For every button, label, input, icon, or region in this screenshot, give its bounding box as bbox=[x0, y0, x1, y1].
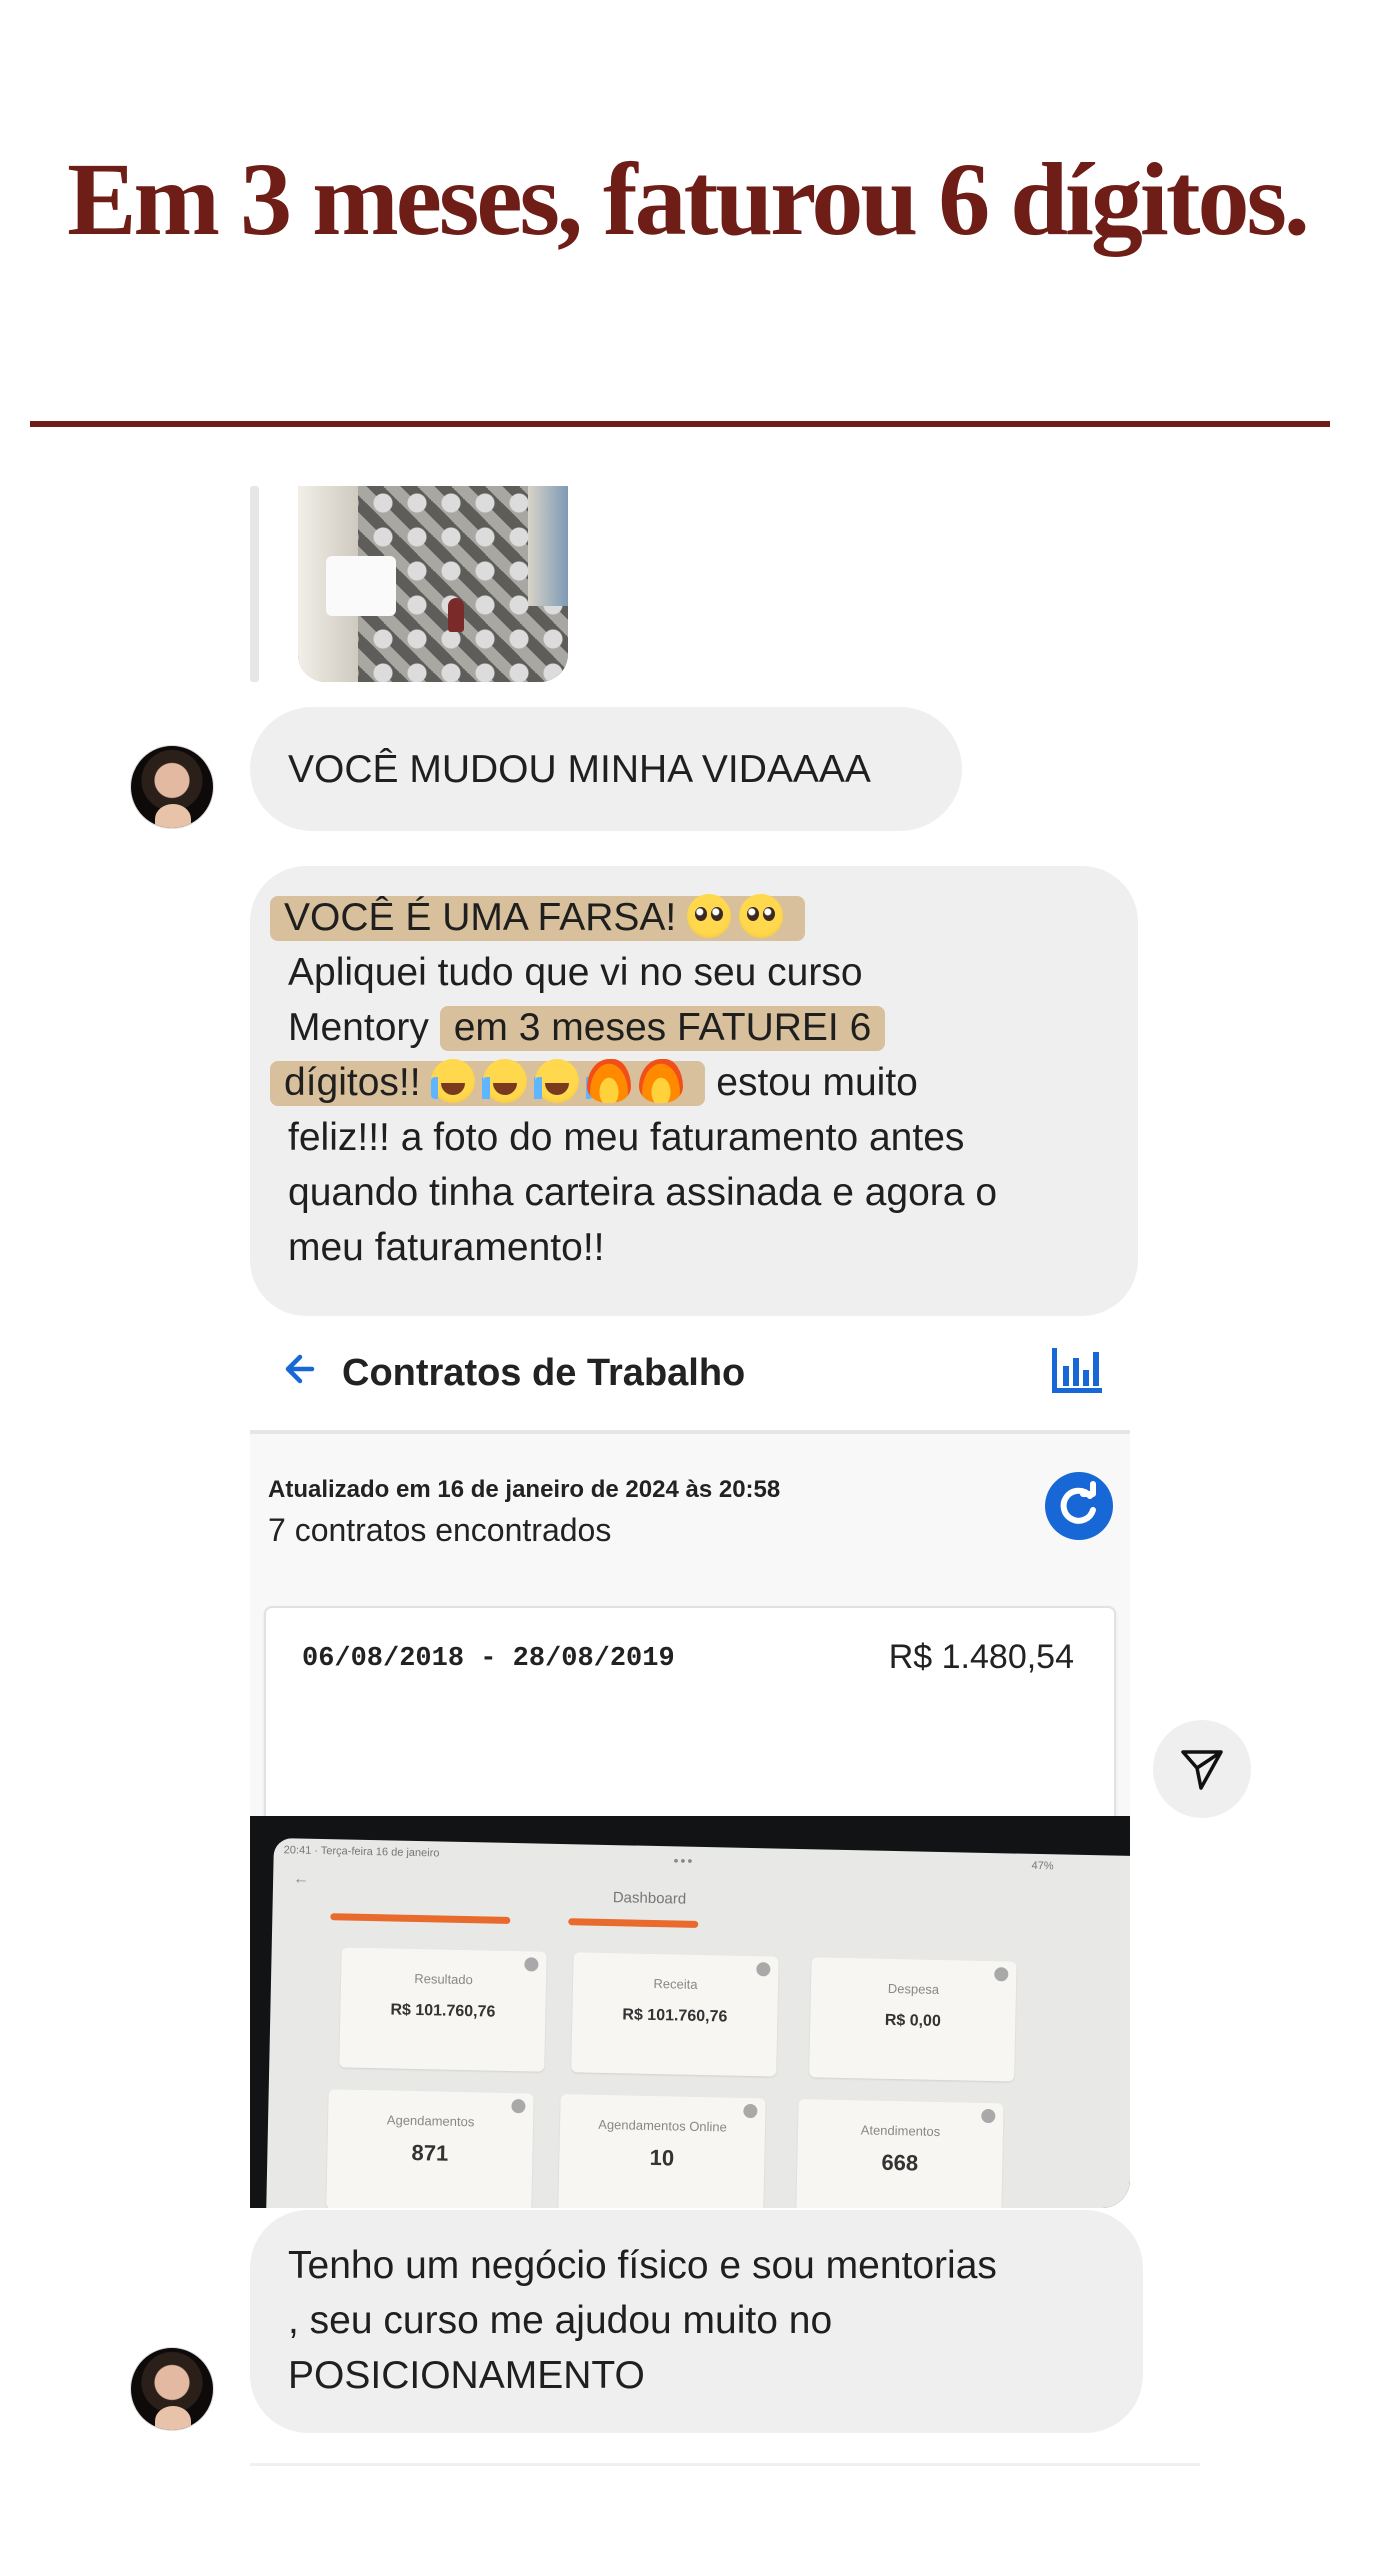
pleading-face-icon bbox=[687, 894, 732, 938]
info-icon bbox=[743, 2103, 758, 2119]
battery-status: 47% bbox=[1031, 1859, 1054, 1873]
info-icon bbox=[756, 1962, 771, 1977]
dashboard-screen: 20:41 · Terça-feira 16 de janeiro ••• 47… bbox=[265, 1838, 1130, 2208]
contracts-header: Contratos de Trabalho bbox=[250, 1316, 1130, 1434]
crying-face-icon bbox=[535, 1059, 594, 1103]
more-dots-icon: ••• bbox=[673, 1852, 695, 1869]
crying-face-icon bbox=[431, 1059, 490, 1103]
message-line: POSICIONAMENTO bbox=[288, 2354, 645, 2397]
info-icon bbox=[981, 2108, 996, 2124]
page-title: Em 3 meses, faturou 6 dígitos. bbox=[67, 142, 1310, 257]
avatar[interactable] bbox=[130, 2347, 214, 2431]
dashboard-photo[interactable]: 20:41 · Terça-feira 16 de janeiro ••• 47… bbox=[250, 1816, 1130, 2208]
dashboard-card: Atendimentos 668 bbox=[796, 2099, 1004, 2208]
dashboard-title: Dashboard bbox=[612, 1889, 687, 1908]
contract-amount: R$ 1.480,54 bbox=[888, 1638, 1074, 1676]
reply-thread-line bbox=[250, 486, 259, 682]
dashboard-card: Despesa R$ 0,00 bbox=[809, 1957, 1017, 2082]
message-text: VOCÊ MUDOU MINHA VIDAAAA bbox=[288, 748, 871, 791]
status-bar-time: 20:41 · Terça-feira 16 de janeiro bbox=[283, 1844, 440, 1860]
shared-photo[interactable] bbox=[298, 486, 568, 682]
contracts-screenshot[interactable]: Contratos de Trabalho Atualizado em 16 d… bbox=[250, 1316, 1130, 1816]
refresh-icon bbox=[1060, 1481, 1096, 1524]
avatar[interactable] bbox=[130, 745, 214, 829]
send-button[interactable] bbox=[1153, 1720, 1251, 1818]
dashboard-card: Agendamentos Online 10 bbox=[558, 2094, 766, 2208]
message-text: Mentory bbox=[288, 1006, 429, 1049]
dashboard-tab bbox=[330, 1913, 511, 1924]
dashboard-tab bbox=[568, 1918, 699, 1928]
message-line: Apliquei tudo que vi no seu curso bbox=[288, 951, 863, 994]
contracts-title: Contratos de Trabalho bbox=[342, 1352, 746, 1394]
fire-icon bbox=[587, 1059, 632, 1103]
dashboard-card: Resultado R$ 101.760,76 bbox=[339, 1947, 547, 2072]
dashboard-card: Agendamentos 871 bbox=[326, 2089, 534, 2208]
contracts-count: 7 contratos encontrados bbox=[268, 1512, 612, 1548]
message-text: estou muito bbox=[716, 1061, 918, 1104]
contract-card[interactable]: 06/08/2018 - 28/08/2019 R$ 1.480,54 bbox=[264, 1606, 1116, 1816]
message-line: , seu curso me ajudou muito no bbox=[288, 2299, 833, 2342]
crying-face-icon bbox=[483, 1059, 542, 1103]
bar-chart-icon bbox=[1052, 1348, 1102, 1393]
message-line: Tenho um negócio físico e sou mentorias bbox=[288, 2244, 997, 2287]
fire-icon bbox=[639, 1059, 684, 1103]
highlighted-text: dígitos!! bbox=[270, 1059, 706, 1106]
refresh-button[interactable] bbox=[1045, 1472, 1113, 1540]
send-icon bbox=[1181, 1750, 1223, 1790]
message-line: meu faturamento!! bbox=[288, 1226, 605, 1269]
message-bubble[interactable]: Tenho um negócio físico e sou mentorias … bbox=[250, 2210, 1143, 2433]
message-bubble[interactable]: VOCÊ MUDOU MINHA VIDAAAA bbox=[250, 707, 962, 831]
info-icon bbox=[511, 2099, 526, 2114]
info-icon bbox=[524, 1957, 539, 1972]
highlighted-text: VOCÊ É UMA FARSA! bbox=[270, 894, 806, 941]
highlighted-text: em 3 meses FATUREI 6 bbox=[439, 1006, 886, 1051]
back-arrow-icon bbox=[285, 1354, 315, 1384]
title-divider bbox=[30, 421, 1330, 427]
dashboard-card: Receita R$ 101.760,76 bbox=[571, 1952, 779, 2077]
message-line: quando tinha carteira assinada e agora o bbox=[288, 1171, 998, 1214]
back-arrow-icon: ← bbox=[292, 1870, 310, 1888]
updated-timestamp: Atualizado em 16 de janeiro de 2024 às 2… bbox=[268, 1476, 781, 1503]
info-icon bbox=[994, 1967, 1009, 1982]
message-bubble[interactable]: VOCÊ É UMA FARSA! Apliquei tudo que vi n… bbox=[250, 866, 1138, 1316]
pleading-face-icon bbox=[739, 894, 784, 938]
contract-period: 06/08/2018 - 28/08/2019 bbox=[302, 1644, 675, 1674]
message-line: feliz!!! a foto do meu faturamento antes bbox=[288, 1116, 965, 1159]
divider bbox=[250, 2463, 1200, 2466]
